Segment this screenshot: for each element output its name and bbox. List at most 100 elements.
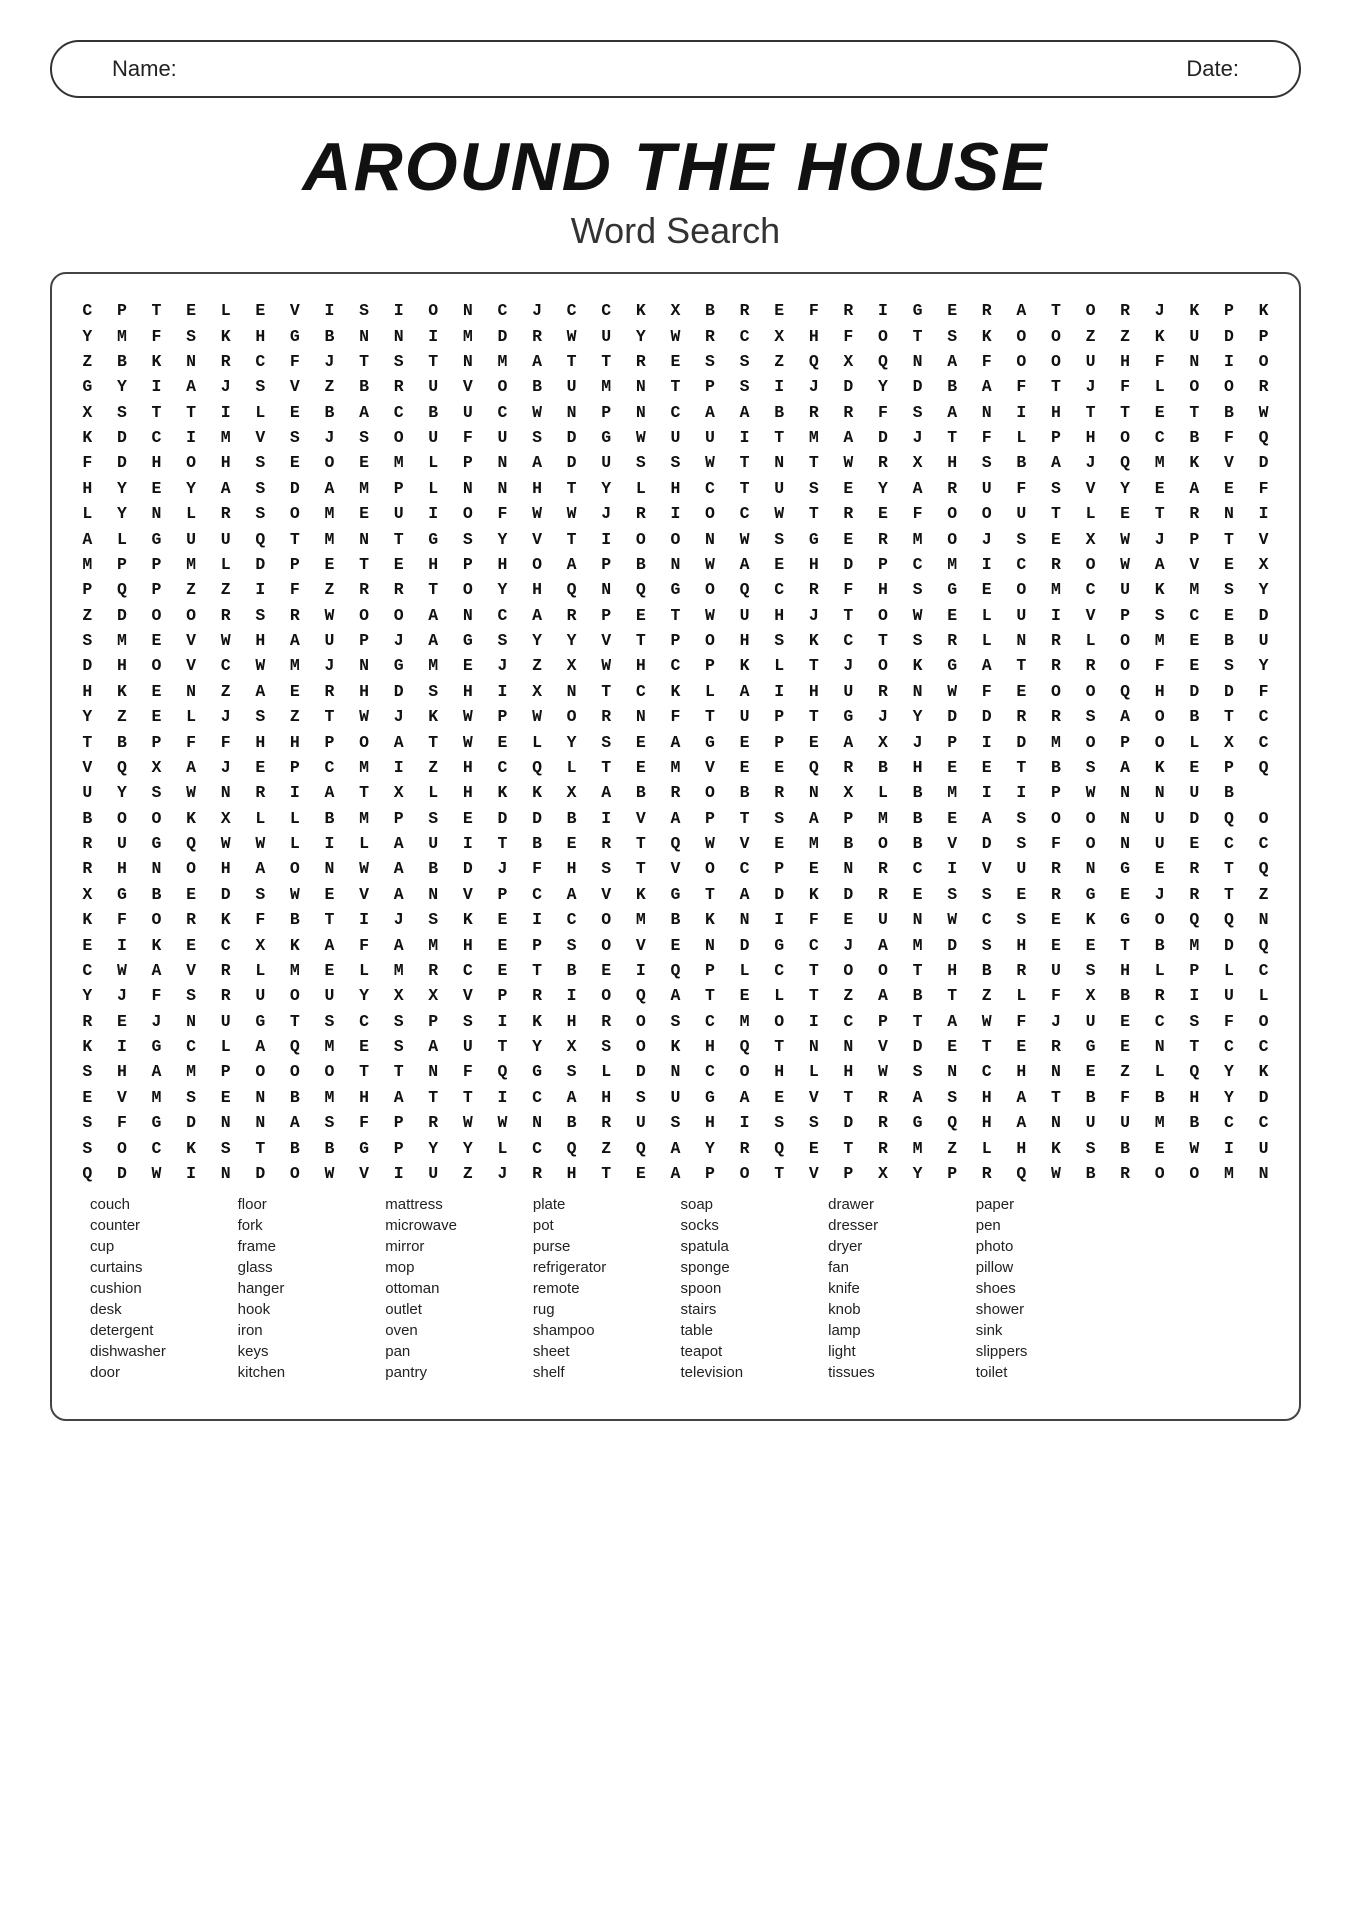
grid-cell: L — [1073, 501, 1108, 526]
grid-cell: W — [866, 1059, 901, 1084]
grid-cell: U — [831, 679, 866, 704]
grid-cell: S — [935, 323, 970, 348]
grid-cell: N — [935, 1059, 970, 1084]
grid-cell: S — [416, 679, 451, 704]
grid-cell: P — [520, 932, 555, 957]
grid-cell: E — [727, 983, 762, 1008]
grid-cell: K — [1246, 1059, 1281, 1084]
grid-cell: Q — [1246, 856, 1281, 881]
grid-cell: O — [831, 958, 866, 983]
grid-cell: L — [208, 298, 243, 323]
grid-cell: L — [485, 1135, 520, 1160]
grid-cell: D — [278, 476, 313, 501]
grid-cell: U — [1246, 1135, 1281, 1160]
grid-cell: P — [105, 298, 140, 323]
grid-cell: K — [969, 323, 1004, 348]
grid-cell: G — [139, 1110, 174, 1135]
grid-cell: O — [520, 552, 555, 577]
grid-cell: P — [381, 1110, 416, 1135]
grid-cell: Q — [727, 577, 762, 602]
grid-cell: M — [174, 552, 209, 577]
grid-cell: G — [658, 882, 693, 907]
grid-cell: D — [243, 552, 278, 577]
grid-cell: O — [693, 780, 728, 805]
grid-cell: I — [624, 958, 659, 983]
grid-cell: O — [866, 323, 901, 348]
grid-cell: S — [416, 806, 451, 831]
grid-cell: C — [1004, 552, 1039, 577]
grid-cell: Y — [624, 323, 659, 348]
grid-cell: D — [554, 425, 589, 450]
grid-cell: E — [243, 755, 278, 780]
grid-cell: E — [278, 400, 313, 425]
word-search-grid: CPTELEVISIONCJCCKXBREFRIGERATORJKPKYMFSK… — [70, 298, 1281, 1186]
grid-cell: P — [658, 628, 693, 653]
grid-cell: N — [554, 679, 589, 704]
grid-cell: F — [796, 907, 831, 932]
grid-cell: J — [1073, 374, 1108, 399]
grid-cell: P — [831, 806, 866, 831]
grid-cell: S — [139, 780, 174, 805]
grid-cell: U — [312, 983, 347, 1008]
grid-cell: O — [1073, 298, 1108, 323]
word-item: soap — [681, 1196, 819, 1213]
grid-cell: R — [866, 526, 901, 551]
grid-cell: S — [278, 425, 313, 450]
grid-cell: J — [139, 1009, 174, 1034]
grid-cell: E — [1073, 932, 1108, 957]
grid-cell: E — [624, 1161, 659, 1186]
grid-cell: W — [174, 780, 209, 805]
grid-cell: I — [1212, 1135, 1247, 1160]
grid-cell: D — [105, 1161, 140, 1186]
grid-cell: O — [1177, 374, 1212, 399]
grid-cell: S — [243, 450, 278, 475]
grid-cell: B — [624, 780, 659, 805]
grid-cell: Z — [278, 704, 313, 729]
grid-cell: U — [312, 628, 347, 653]
grid-cell: P — [589, 552, 624, 577]
grid-cell: F — [658, 704, 693, 729]
grid-cell: E — [243, 298, 278, 323]
grid-cell: E — [347, 450, 382, 475]
grid-cell: X — [139, 755, 174, 780]
grid-cell: J — [105, 983, 140, 1008]
grid-cell: I — [762, 679, 797, 704]
grid-cell: N — [381, 323, 416, 348]
grid-cell: S — [727, 374, 762, 399]
grid-cell: O — [693, 628, 728, 653]
grid-cell: O — [1073, 679, 1108, 704]
grid-cell: E — [1177, 628, 1212, 653]
grid-cell: M — [278, 958, 313, 983]
grid-cell: X — [1073, 983, 1108, 1008]
word-item: lamp — [828, 1322, 966, 1339]
grid-cell: M — [796, 831, 831, 856]
grid-cell: A — [208, 476, 243, 501]
word-item: knob — [828, 1301, 966, 1318]
grid-cell: S — [174, 323, 209, 348]
grid-cell: Y — [70, 983, 105, 1008]
grid-cell: B — [1212, 400, 1247, 425]
grid-cell: K — [796, 882, 831, 907]
grid-cell: G — [796, 526, 831, 551]
grid-cell: I — [969, 552, 1004, 577]
grid-cell: W — [589, 653, 624, 678]
grid-cell: E — [1004, 1034, 1039, 1059]
grid-cell: R — [831, 400, 866, 425]
grid-cell: O — [935, 501, 970, 526]
grid-cell: Y — [1108, 476, 1143, 501]
grid-cell: F — [1108, 374, 1143, 399]
grid-cell: Y — [554, 729, 589, 754]
word-item: teapot — [681, 1343, 819, 1360]
grid-cell: X — [208, 806, 243, 831]
grid-cell: J — [208, 755, 243, 780]
grid-cell: C — [243, 349, 278, 374]
grid-cell: F — [174, 729, 209, 754]
grid-cell: B — [312, 400, 347, 425]
word-item: sheet — [533, 1343, 671, 1360]
word-column: drawerdresserdryerfanknifeknoblamplightt… — [828, 1196, 966, 1381]
grid-cell: C — [727, 323, 762, 348]
grid-cell: A — [900, 476, 935, 501]
grid-cell: G — [278, 323, 313, 348]
grid-cell: L — [347, 831, 382, 856]
word-item: shower — [976, 1301, 1114, 1318]
